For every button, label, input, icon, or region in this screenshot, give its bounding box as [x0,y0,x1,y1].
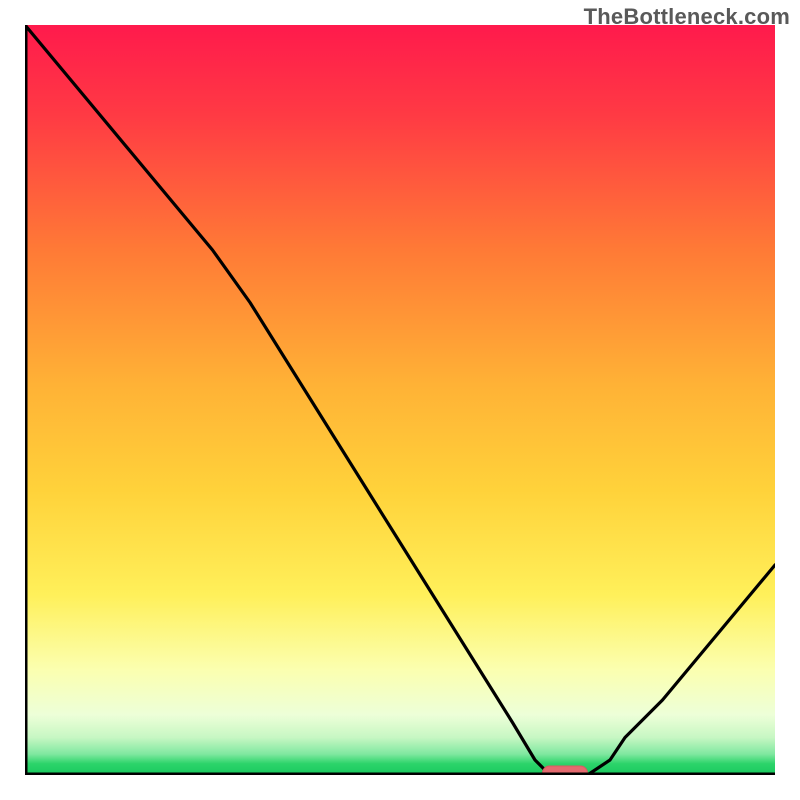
chart-svg [25,25,775,775]
plot-area [25,25,775,775]
gradient-background [25,25,775,775]
chart-container: TheBottleneck.com [0,0,800,800]
